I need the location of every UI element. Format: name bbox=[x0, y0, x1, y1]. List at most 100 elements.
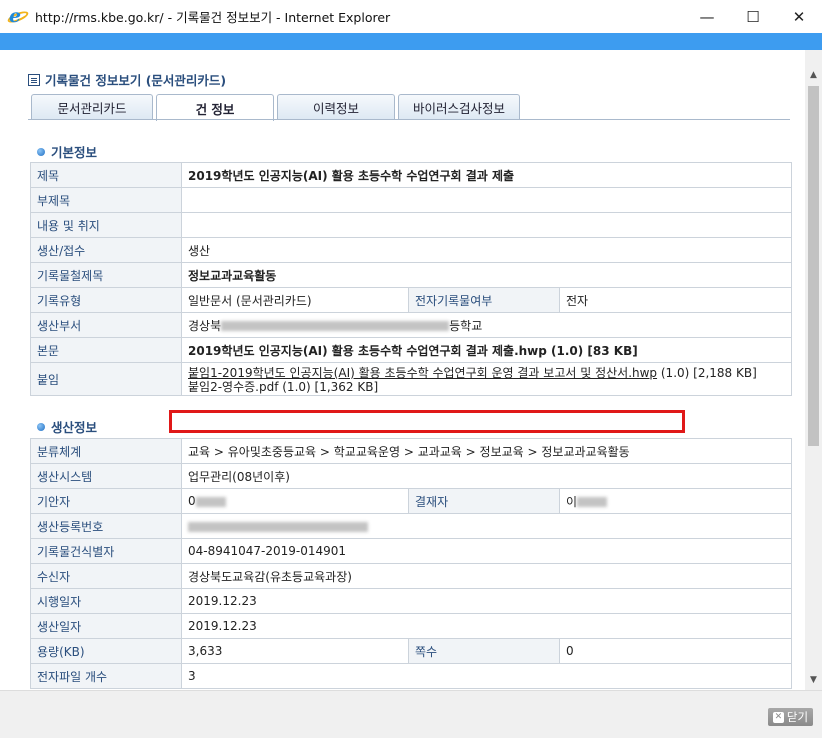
table-row: 붙임 붙임1-2019학년도 인공지능(AI) 활용 초등수학 수업연구회 운영… bbox=[30, 362, 793, 396]
field-label: 전자기록물여부 bbox=[408, 287, 560, 313]
field-label: 기록유형 bbox=[30, 287, 182, 313]
field-label: 용량(KB) bbox=[30, 638, 182, 664]
field-label: 본문 bbox=[30, 337, 182, 363]
field-label: 전자파일 개수 bbox=[30, 663, 182, 689]
field-label: 생산/접수 bbox=[30, 237, 182, 263]
field-label: 결재자 bbox=[408, 488, 560, 514]
table-row: 시행일자 2019.12.23 bbox=[30, 588, 793, 614]
approver-name: 이 bbox=[566, 494, 578, 509]
field-label: 기안자 bbox=[30, 488, 182, 514]
electronic-record-value: 전자 bbox=[558, 287, 793, 313]
table-row: 부제목 bbox=[30, 187, 793, 213]
subtitle-value bbox=[180, 187, 793, 213]
department-suffix: 등학교 bbox=[449, 318, 483, 333]
scroll-down-icon[interactable]: ▼ bbox=[805, 671, 822, 688]
content-area: 기록물건 정보보기 (문서관리카드) 문서관리카드 건 정보 이력정보 바이러스… bbox=[0, 50, 805, 690]
scroll-up-icon[interactable]: ▲ bbox=[805, 66, 822, 83]
production-date-value: 2019.12.23 bbox=[180, 613, 793, 639]
table-row: 전자파일 개수 3 bbox=[30, 663, 793, 689]
field-label: 생산등록번호 bbox=[30, 513, 182, 539]
record-id-value: 04-8941047-2019-014901 bbox=[180, 538, 793, 564]
field-label: 기록물건식별자 bbox=[30, 538, 182, 564]
maximize-button[interactable]: ☐ bbox=[730, 0, 776, 33]
table-row: 생산부서 경상북 등학교 bbox=[30, 312, 793, 338]
table-row: 기록물건식별자 04-8941047-2019-014901 bbox=[30, 538, 793, 564]
title-value: 2019학년도 인공지능(AI) 활용 초등수학 수업연구회 결과 제출 bbox=[180, 162, 793, 188]
execution-date-value: 2019.12.23 bbox=[180, 588, 793, 614]
internet-explorer-icon: e bbox=[6, 5, 30, 27]
close-window-button[interactable]: ✕ bbox=[776, 0, 822, 33]
table-row: 본문 2019학년도 인공지능(AI) 활용 초등수학 수업연구회 결과 제출.… bbox=[30, 337, 793, 363]
approver-value: 이 bbox=[558, 488, 793, 514]
redacted-text bbox=[195, 496, 226, 507]
field-label: 부제목 bbox=[30, 187, 182, 213]
department-value: 경상북 등학교 bbox=[180, 312, 793, 338]
filing-title-value: 정보교과교육활동 bbox=[180, 262, 793, 288]
bullet-icon bbox=[37, 147, 45, 156]
registration-number-value bbox=[180, 513, 793, 539]
content-value bbox=[180, 212, 793, 238]
tab-bar: 문서관리카드 건 정보 이력정보 바이러스검사정보 bbox=[31, 94, 523, 121]
table-row: 분류체계 교육 > 유아및초중등교육 > 학교교육운영 > 교과교육 > 정보교… bbox=[30, 438, 793, 464]
tab-document-card[interactable]: 문서관리카드 bbox=[31, 94, 153, 120]
redacted-text bbox=[577, 497, 608, 507]
table-row: 기록물철제목 정보교과교육활동 bbox=[30, 262, 793, 288]
window-titlebar: e http://rms.kbe.go.kr/ - 기록물건 정보보기 - In… bbox=[0, 0, 822, 33]
attachment-1-info: (1.0) [2,188 KB] bbox=[660, 366, 757, 380]
department-prefix: 경상북 bbox=[188, 318, 222, 333]
pages-value: 0 bbox=[558, 638, 793, 664]
page-title: 기록물건 정보보기 (문서관리카드) bbox=[28, 70, 226, 89]
redacted-text bbox=[188, 521, 368, 532]
field-label: 생산부서 bbox=[30, 312, 182, 338]
table-row: 용량(KB) 3,633 쪽수 0 bbox=[30, 638, 793, 664]
field-label: 생산시스템 bbox=[30, 463, 182, 489]
field-label: 내용 및 취지 bbox=[30, 212, 182, 238]
table-row: 생산등록번호 bbox=[30, 513, 793, 539]
section-basic-info: 기본정보 bbox=[37, 142, 97, 161]
system-value: 업무관리(08년이후) bbox=[180, 463, 793, 489]
tab-underline bbox=[28, 119, 790, 120]
section-heading: 기본정보 bbox=[51, 145, 98, 160]
drafter-value: 0 bbox=[181, 488, 409, 514]
close-icon: ✕ bbox=[772, 711, 784, 723]
size-value: 3,633 bbox=[181, 638, 409, 664]
file-count-value: 3 bbox=[180, 663, 793, 689]
page-title-text: 기록물건 정보보기 (문서관리카드) bbox=[45, 73, 227, 88]
table-row: 내용 및 취지 bbox=[30, 212, 793, 238]
field-label: 기록물철제목 bbox=[30, 262, 182, 288]
document-icon bbox=[28, 73, 40, 86]
table-row: 생산/접수 생산 bbox=[30, 237, 793, 263]
bullet-icon bbox=[37, 422, 45, 431]
attachment-1-link[interactable]: 붙임1-2019학년도 인공지능(AI) 활용 초등수학 수업연구회 운영 결과… bbox=[188, 366, 657, 380]
receiver-value: 경상북도교육감(유초등교육과장) bbox=[180, 563, 793, 589]
basic-info-table: 제목 2019학년도 인공지능(AI) 활용 초등수학 수업연구회 결과 제출 … bbox=[30, 162, 793, 396]
classification-value: 교육 > 유아및초중등교육 > 학교교육운영 > 교과교육 > 정보교육 > 정… bbox=[180, 438, 793, 464]
field-label: 제목 bbox=[30, 162, 182, 188]
minimize-button[interactable]: — bbox=[684, 0, 730, 33]
field-label: 분류체계 bbox=[30, 438, 182, 464]
section-production-info: 생산정보 bbox=[37, 417, 97, 436]
field-label: 시행일자 bbox=[30, 588, 182, 614]
field-label: 수신자 bbox=[30, 563, 182, 589]
vertical-scrollbar[interactable]: ▲ ▼ bbox=[805, 50, 822, 690]
field-label: 붙임 bbox=[30, 362, 182, 396]
close-button[interactable]: ✕ 닫기 bbox=[768, 708, 813, 726]
tab-history[interactable]: 이력정보 bbox=[277, 94, 395, 120]
tab-virus-check[interactable]: 바이러스검사정보 bbox=[398, 94, 520, 120]
table-row: 수신자 경상북도교육감(유초등교육과장) bbox=[30, 563, 793, 589]
tab-item-info[interactable]: 건 정보 bbox=[156, 94, 274, 121]
table-row: 생산시스템 업무관리(08년이후) bbox=[30, 463, 793, 489]
field-label: 생산일자 bbox=[30, 613, 182, 639]
attachment-2-link[interactable]: 붙임2-영수증.pdf (1.0) [1,362 KB] bbox=[188, 380, 785, 394]
attachments-cell: 붙임1-2019학년도 인공지능(AI) 활용 초등수학 수업연구회 운영 결과… bbox=[180, 362, 793, 396]
header-strip bbox=[0, 33, 822, 50]
body-file-link[interactable]: 2019학년도 인공지능(AI) 활용 초등수학 수업연구회 결과 제출.hwp… bbox=[180, 337, 793, 363]
scroll-thumb[interactable] bbox=[808, 86, 819, 446]
table-row: 제목 2019학년도 인공지능(AI) 활용 초등수학 수업연구회 결과 제출 bbox=[30, 162, 793, 188]
section-heading: 생산정보 bbox=[51, 420, 98, 435]
footer-bar: ✕ 닫기 bbox=[0, 690, 822, 738]
production-value: 생산 bbox=[180, 237, 793, 263]
table-row: 기록유형 일반문서 (문서관리카드) 전자기록물여부 전자 bbox=[30, 287, 793, 313]
redacted-text bbox=[221, 321, 450, 331]
drafter-name: 0 bbox=[188, 494, 196, 508]
